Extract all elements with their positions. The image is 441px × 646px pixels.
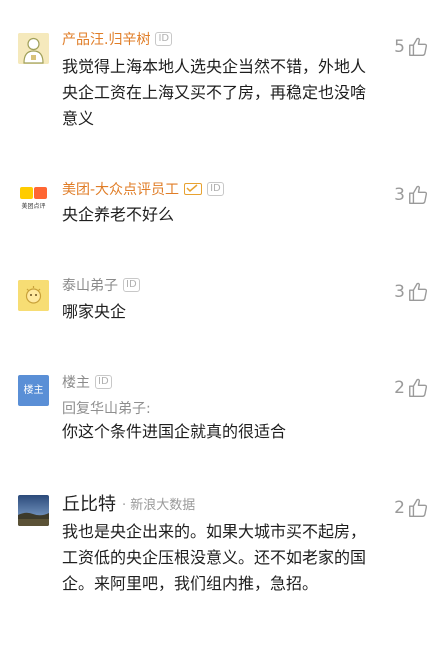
id-badge: ID <box>123 278 140 292</box>
id-badge: ID <box>95 375 112 389</box>
comment-header: 泰山弟子 ID <box>62 274 140 296</box>
id-badge: ID <box>155 32 173 46</box>
like-button[interactable]: 5 <box>394 36 429 58</box>
avatar[interactable]: 美团点评 <box>18 185 49 216</box>
like-button[interactable]: 3 <box>394 184 429 206</box>
avatar-person-icon <box>18 33 49 64</box>
like-count: 3 <box>394 282 405 302</box>
verified-badge-icon <box>184 183 203 195</box>
thumbs-up-icon <box>409 498 428 517</box>
meituan-logo-icon <box>18 185 49 216</box>
username[interactable]: 楼主 <box>62 372 90 392</box>
avatar[interactable] <box>18 280 49 311</box>
comment-text: 我觉得上海本地人选央企当然不错，外地人央企工资在上海又买不了房，再稳定也没啥意义 <box>62 57 367 128</box>
thumbs-up-icon <box>409 37 428 56</box>
comment-header: 产品汪.归辛树 ID <box>62 28 173 50</box>
comment-text: 央企养老不好么 <box>62 205 175 224</box>
avatar[interactable] <box>18 495 49 526</box>
like-button[interactable]: 3 <box>394 281 429 303</box>
username[interactable]: 产品汪.归辛树 <box>62 29 150 49</box>
comment-text: 你这个条件进国企就真的很适合 <box>62 422 287 441</box>
like-count: 2 <box>394 498 405 518</box>
thumbs-up-icon <box>409 282 428 301</box>
avatar-caption: 美团点评 <box>21 203 46 210</box>
avatar-label: 楼主 <box>23 385 44 396</box>
comment-header: 丘比特 · 新浪大数据 <box>62 490 196 516</box>
like-button[interactable]: 2 <box>394 377 429 399</box>
username[interactable]: 丘比特 <box>62 490 116 516</box>
avatar[interactable] <box>18 33 49 64</box>
like-button[interactable]: 2 <box>394 497 429 519</box>
avatar[interactable]: 楼主 <box>18 375 49 406</box>
thumbs-up-icon <box>409 185 428 204</box>
reply-to-label[interactable]: 回复华山弟子: <box>62 398 151 418</box>
comment-header: 楼主 ID <box>62 371 112 393</box>
id-badge: ID <box>207 182 224 196</box>
like-count: 3 <box>394 185 405 205</box>
like-count: 5 <box>394 37 405 57</box>
comment-source: · 新浪大数据 <box>122 497 196 513</box>
avatar-landscape-icon <box>18 495 49 526</box>
avatar-sun-icon <box>18 280 49 311</box>
thumbs-up-icon <box>409 378 428 397</box>
comment-text: 哪家央企 <box>62 302 127 321</box>
username[interactable]: 泰山弟子 <box>62 275 118 295</box>
comment-header: 美团-大众点评员工 ID <box>62 178 224 200</box>
username[interactable]: 美团-大众点评员工 <box>62 179 179 199</box>
like-count: 2 <box>394 378 405 398</box>
comment-text: 我也是央企出来的。如果大城市买不起房，工资低的央企压根没意义。还不如老家的国企。… <box>62 522 367 593</box>
